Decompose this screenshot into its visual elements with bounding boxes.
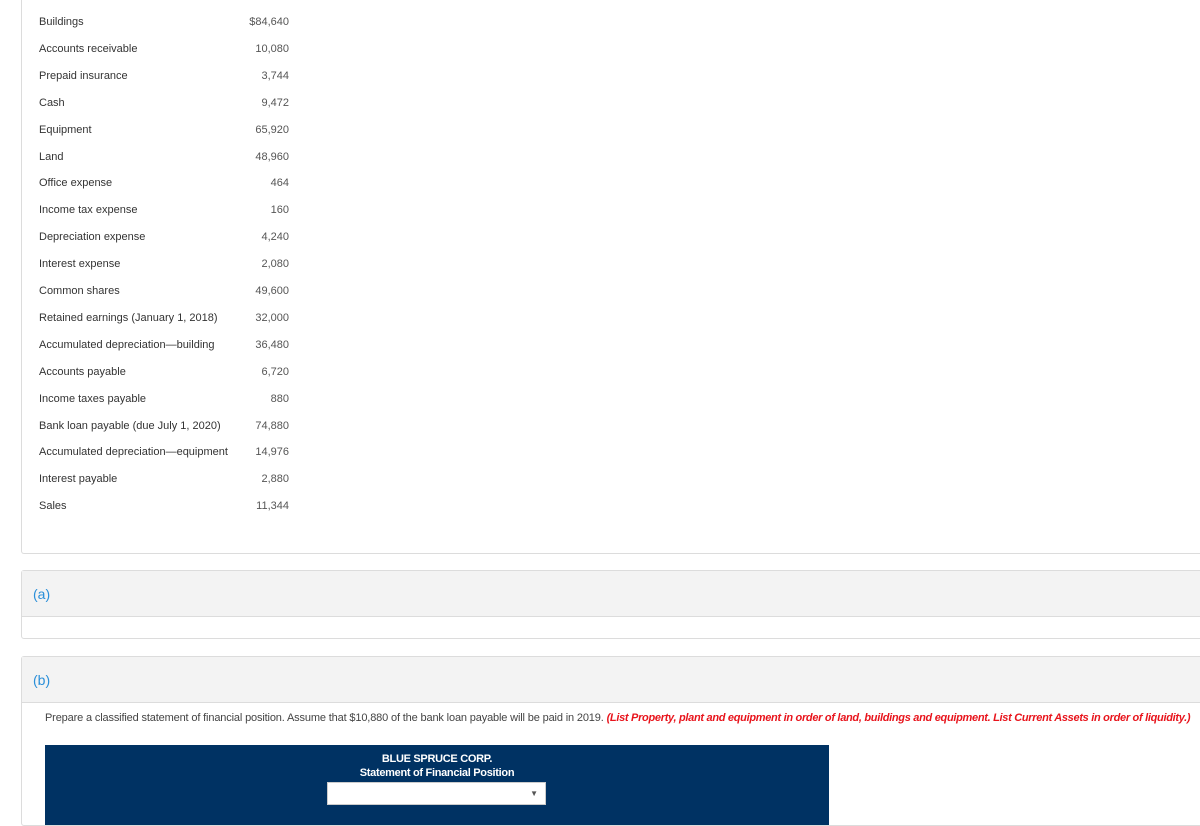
- account-row: Accounts receivable 10,080: [39, 39, 299, 59]
- instructions-emphasis: (List Property, plant and equipment in o…: [606, 712, 1191, 724]
- part-a-header: (a): [22, 571, 1200, 617]
- account-value: 14,976: [255, 446, 289, 459]
- account-value: 880: [270, 392, 289, 405]
- statement-header: BLUE SPRUCE CORP. Statement of Financial…: [45, 745, 829, 825]
- account-name: Accumulated depreciation—building: [39, 338, 215, 351]
- account-value: 4,240: [261, 231, 289, 244]
- account-name: Prepaid insurance: [39, 69, 128, 82]
- account-row: Retained earnings (January 1, 2018) 32,00…: [39, 308, 299, 328]
- account-value: 464: [270, 177, 289, 190]
- account-value: 32,000: [255, 311, 289, 324]
- account-value: 2,880: [261, 473, 289, 486]
- account-name: Accounts payable: [39, 365, 126, 378]
- account-name: Land: [39, 150, 64, 163]
- statement-date-select[interactable]: ▼: [327, 782, 546, 805]
- account-name: Bank loan payable (due July 1, 2020): [39, 419, 221, 432]
- account-row: Buildings $84,640: [39, 12, 299, 32]
- account-row: Accounts payable 6,720: [39, 362, 299, 382]
- account-value: 74,880: [255, 419, 289, 432]
- account-row: Cash 9,472: [39, 93, 299, 113]
- account-value: 10,080: [255, 42, 289, 55]
- chevron-down-icon: ▼: [530, 789, 538, 798]
- account-name: Equipment: [39, 123, 92, 136]
- account-name: Income taxes payable: [39, 392, 147, 405]
- account-row: Depreciation expense 4,240: [39, 227, 299, 247]
- account-row: Accumulated depreciation—equipment 14,976: [39, 442, 299, 462]
- company-name: BLUE SPRUCE CORP.: [381, 753, 493, 765]
- account-value: 3,744: [261, 69, 289, 82]
- account-row: Bank loan payable (due July 1, 2020) 74,8…: [39, 416, 299, 436]
- account-row: Sales 11,344: [39, 496, 299, 516]
- account-value: 11,344: [256, 500, 289, 513]
- account-name: Sales: [39, 500, 67, 513]
- account-name: Accounts receivable: [39, 42, 138, 55]
- part-a-panel: (a): [21, 570, 1200, 639]
- account-value: 6,720: [261, 365, 289, 378]
- account-name: Interest payable: [39, 473, 118, 486]
- account-name: Income tax expense: [39, 204, 138, 217]
- account-name: Depreciation expense: [39, 231, 146, 244]
- account-value: $84,640: [249, 16, 289, 28]
- account-name: Accumulated depreciation—equipment: [39, 446, 228, 459]
- account-row: Accumulated depreciation—building 36,480: [39, 335, 299, 355]
- instructions-text: Prepare a classified statement of financ…: [45, 712, 607, 724]
- account-row: Office expense 464: [39, 173, 299, 193]
- account-row: Interest payable 2,880: [39, 469, 299, 489]
- account-value: 2,080: [261, 258, 289, 271]
- part-b-instructions: Prepare a classified statement of financ…: [45, 712, 1191, 724]
- account-name: Common shares: [39, 285, 120, 297]
- account-value: 48,960: [255, 150, 289, 163]
- account-name: Office expense: [39, 177, 113, 190]
- account-value: 36,480: [255, 338, 289, 351]
- account-value: 160: [270, 204, 289, 217]
- account-value: 49,600: [255, 285, 289, 297]
- account-row: Income taxes payable 880: [39, 389, 299, 409]
- part-b-header: (b): [22, 657, 1200, 703]
- account-row: Interest expense 2,080: [39, 254, 299, 274]
- account-row: Land 48,960: [39, 147, 299, 167]
- part-b-label: (b): [33, 672, 51, 688]
- account-name: Retained earnings (January 1, 2018): [39, 311, 218, 324]
- part-a-label: (a): [33, 586, 51, 602]
- account-row: Income tax expense 160: [39, 200, 299, 220]
- account-row: Equipment 65,920: [39, 120, 299, 140]
- account-row: Prepaid insurance 3,744: [39, 66, 299, 86]
- account-name: Buildings: [39, 16, 84, 28]
- account-name: Interest expense: [39, 258, 121, 271]
- account-value: 65,920: [255, 123, 289, 136]
- account-name: Cash: [39, 96, 65, 109]
- account-value: 9,472: [261, 96, 289, 109]
- account-row: Common shares 49,600: [39, 281, 299, 301]
- accounts-panel: Buildings $84,640 Accounts receivable 10,08…: [21, 0, 1200, 554]
- statement-title: Statement of Financial Position: [359, 767, 515, 779]
- part-b-panel: (b) Prepare a classified statement of fi…: [21, 656, 1200, 826]
